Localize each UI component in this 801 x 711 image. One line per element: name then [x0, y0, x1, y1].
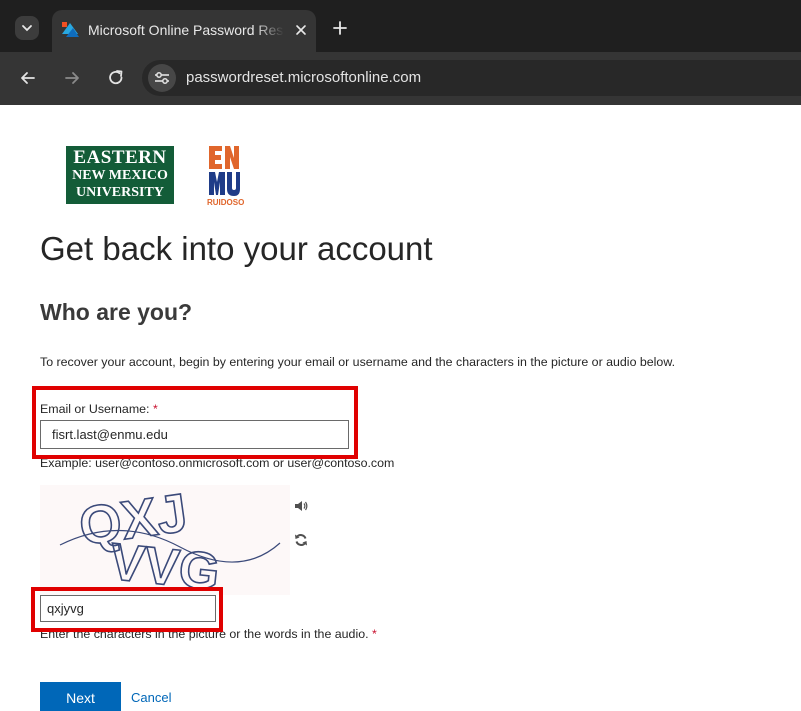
refresh-icon[interactable]	[294, 533, 308, 547]
enu-logo-line3: UNIVERSITY	[76, 185, 164, 200]
captcha-image: QXJ VVG	[40, 482, 290, 603]
captcha-distorted-text: QXJ VVG	[59, 482, 281, 603]
next-button[interactable]: Next	[40, 682, 121, 711]
section-title: Who are you?	[40, 299, 193, 325]
highlight-box-captcha	[31, 587, 223, 632]
browser-tab-strip: Microsoft Online Password Reset	[0, 0, 801, 58]
captcha-line2: VVG	[107, 533, 222, 595]
browser-tab[interactable]: Microsoft Online Password Reset	[52, 10, 316, 52]
browser-toolbar: passwordreset.microsoftonline.com	[0, 52, 801, 105]
chevron-down-icon	[22, 25, 32, 32]
microsoft-favicon-icon	[62, 22, 79, 37]
arrow-right-icon[interactable]	[62, 68, 82, 88]
page-title: Get back into your account	[40, 230, 433, 267]
site-info-button[interactable]	[148, 64, 176, 92]
required-marker: *	[372, 627, 377, 641]
speaker-icon[interactable]	[294, 499, 308, 513]
instructions-text: To recover your account, begin by enteri…	[40, 355, 676, 369]
tab-title: Microsoft Online Password Reset	[88, 22, 284, 38]
url-text: passwordreset.microsoftonline.com	[186, 69, 422, 86]
enu-logo-line1: EASTERN	[73, 147, 167, 168]
arrow-left-icon[interactable]	[18, 68, 38, 88]
enmu-logo-mark	[209, 146, 240, 196]
enu-logo-line2: NEW MEXICO	[72, 168, 168, 183]
tab-search-button[interactable]	[15, 16, 39, 40]
enmu-ruidoso-logo: RUIDOSO	[207, 144, 245, 208]
enu-logo: EASTERN NEW MEXICO UNIVERSITY	[66, 146, 174, 204]
close-icon[interactable]	[292, 21, 310, 39]
enmu-logo-subtitle: RUIDOSO	[207, 198, 245, 207]
reload-icon[interactable]	[106, 68, 126, 88]
cancel-link[interactable]: Cancel	[131, 690, 171, 705]
address-bar[interactable]: passwordreset.microsoftonline.com	[142, 60, 801, 96]
highlight-box-email	[32, 386, 358, 459]
plus-icon[interactable]	[331, 19, 349, 37]
tune-icon	[155, 72, 169, 84]
